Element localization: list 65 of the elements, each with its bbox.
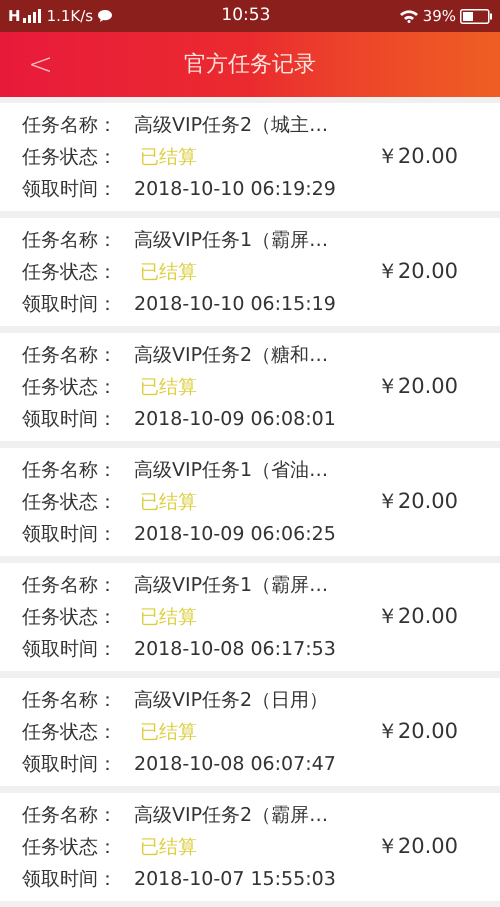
carrier-text: H [8, 6, 21, 27]
wifi-icon [398, 9, 419, 23]
amount-text: ￥20.00 [376, 143, 458, 170]
task-name: 高级VIP任务2（霸屏… [134, 802, 328, 828]
field-label: 任务名称： [22, 688, 118, 713]
field-label: 任务名称： [22, 342, 118, 368]
claim-time: 2018-10-08 06:07:47 [134, 752, 336, 777]
field-label: 任务状态： [22, 834, 118, 860]
claim-time: 2018-10-10 06:15:19 [134, 292, 336, 317]
field-label: 任务状态： [22, 260, 118, 285]
claim-time: 2018-10-08 06:17:53 [134, 636, 336, 662]
record-card[interactable]: 任务名称： 高级VIP任务2（糖和… 任务状态： 已结算 领取时间： 2018-10-09 06:08:01 ￥20.00 [0, 333, 500, 441]
amount-text: ￥20.00 [376, 718, 458, 746]
status-text: 已结算 [140, 374, 197, 400]
chat-bubble-icon [97, 9, 114, 23]
field-label: 任务状态： [22, 490, 118, 515]
amount-text: ￥20.00 [376, 258, 458, 286]
field-label: 任务名称： [22, 112, 118, 138]
record-card[interactable]: 任务名称： 高级VIP任务1（霸屏… 任务状态： 已结算 领取时间： 2018-10-08 06:17:53 ￥20.00 [0, 563, 500, 671]
field-label: 任务名称： [22, 572, 118, 598]
record-card[interactable]: 任务名称： 高级VIP任务2（霸屏… 任务状态： 已结算 领取时间： 2018-10-07 15:55:03 ￥20.00 [0, 793, 500, 901]
field-label: 领取时间： [22, 752, 118, 777]
amount-text: ￥20.00 [376, 833, 458, 860]
clock-time: 10:53 [221, 4, 270, 28]
field-label: 任务状态： [22, 604, 118, 630]
amount-text: ￥20.00 [376, 373, 458, 400]
task-name: 高级VIP任务1（霸屏… [134, 228, 328, 253]
task-name: 高级VIP任务1（省油… [134, 458, 328, 483]
task-name: 高级VIP任务2（城主… [134, 112, 328, 138]
field-label: 领取时间： [22, 522, 118, 547]
task-name: 高级VIP任务1（霸屏… [134, 572, 328, 598]
claim-time: 2018-10-09 06:06:25 [134, 522, 336, 547]
field-label: 任务名称： [22, 802, 118, 828]
field-label: 领取时间： [22, 292, 118, 317]
network-speed: 1.1K/s [46, 6, 94, 27]
task-name: 高级VIP任务2（糖和… [134, 342, 328, 368]
battery-percent: 39% [422, 6, 456, 27]
task-name: 高级VIP任务2（日用） [134, 688, 328, 713]
status-text: 已结算 [140, 490, 197, 515]
record-card[interactable]: 任务名称： 高级VIP任务2（城主… 任务状态： 已结算 领取时间： 2018-10-10 06:19:29 ￥20.00 [0, 103, 500, 211]
amount-text: ￥20.00 [376, 603, 458, 630]
claim-time: 2018-10-10 06:19:29 [134, 176, 336, 202]
battery-icon [460, 8, 492, 24]
amount-text: ￥20.00 [376, 488, 458, 516]
field-label: 任务状态： [22, 720, 118, 745]
field-label: 任务名称： [22, 458, 118, 483]
status-text: 已结算 [140, 834, 197, 860]
field-label: 任务状态： [22, 144, 118, 170]
status-text: 已结算 [140, 260, 197, 285]
record-card[interactable]: 任务名称： 高级VIP任务2（日用） 任务状态： 已结算 领取时间： 2018-10-08 06:07:47 ￥20.00 [0, 678, 500, 786]
record-card[interactable]: 任务名称： 高级VIP任务1（省油… 任务状态： 已结算 领取时间： 2018-10-09 06:06:25 ￥20.00 [0, 448, 500, 556]
field-label: 领取时间： [22, 406, 118, 432]
status-text: 已结算 [140, 604, 197, 630]
status-text: 已结算 [140, 144, 197, 170]
field-label: 领取时间： [22, 866, 118, 892]
field-label: 领取时间： [22, 636, 118, 662]
claim-time: 2018-10-09 06:08:01 [134, 406, 336, 432]
page-title: 官方任务记录 [184, 51, 316, 79]
status-text: 已结算 [140, 720, 197, 745]
field-label: 任务状态： [22, 374, 118, 400]
signal-icon [22, 9, 41, 23]
field-label: 领取时间： [22, 176, 118, 202]
field-label: 任务名称： [22, 228, 118, 253]
record-card[interactable]: 任务名称： 高级VIP任务1（霸屏… 任务状态： 已结算 领取时间： 2018-10-10 06:15:19 ￥20.00 [0, 218, 500, 326]
claim-time: 2018-10-07 15:55:03 [134, 866, 336, 892]
